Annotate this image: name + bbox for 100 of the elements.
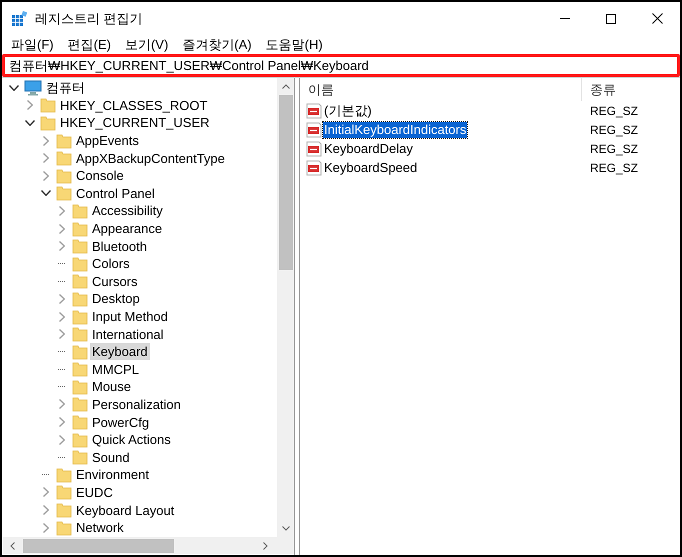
tree-item[interactable]: MMCPL	[90, 360, 141, 378]
tree-item[interactable]: Network	[74, 519, 126, 536]
collapsed-chevron-icon[interactable]	[27, 100, 33, 110]
folder-icon	[72, 273, 88, 290]
tree-item[interactable]: International	[90, 326, 166, 343]
folder-icon	[40, 114, 56, 131]
collapsed-chevron-icon[interactable]	[59, 294, 65, 304]
tree-item[interactable]: Keyboard Layout	[74, 502, 176, 519]
tree-dotted-line	[58, 263, 66, 264]
collapsed-chevron-icon[interactable]	[59, 399, 65, 410]
collapsed-chevron-icon[interactable]	[59, 206, 65, 216]
scroll-up-icon	[282, 84, 290, 89]
expanded-chevron-icon[interactable]	[9, 84, 19, 91]
horizontal-scrollbar[interactable]	[2, 537, 294, 555]
tree-item[interactable]: PowerCfg	[90, 414, 152, 431]
folder-icon	[72, 378, 88, 395]
folder-icon	[56, 520, 72, 536]
folder-icon	[72, 326, 88, 342]
folder-icon	[72, 238, 88, 254]
tree-item[interactable]: Environment	[74, 466, 151, 484]
tree-item[interactable]: Console	[74, 167, 126, 184]
folder-icon	[72, 344, 88, 360]
tree-item[interactable]: HKEY_CURRENT_USER	[58, 114, 212, 132]
scrollbar-thumb[interactable]	[278, 95, 292, 270]
expanded-chevron-icon[interactable]	[41, 190, 51, 196]
scrollbar-thumb[interactable]	[23, 539, 174, 553]
collapsed-chevron-icon[interactable]	[43, 505, 49, 516]
tree-item[interactable]: Quick Actions	[90, 431, 173, 448]
collapsed-chevron-icon[interactable]	[59, 434, 65, 445]
tree-item[interactable]: Accessibility	[90, 202, 165, 220]
folder-icon	[72, 290, 88, 307]
value-name[interactable]: InitialKeyboardIndicators	[323, 122, 468, 138]
tree-dotted-line	[58, 280, 66, 282]
tree-item[interactable]: Input Method	[90, 308, 170, 326]
vertical-scrollbar[interactable]	[277, 78, 294, 537]
string-value-icon	[306, 160, 322, 176]
tree-item[interactable]: Colors	[90, 255, 132, 272]
close-icon	[652, 13, 662, 24]
tree-item[interactable]: Desktop	[90, 290, 142, 308]
value-name[interactable]: KeyboardSpeed	[323, 160, 418, 176]
menu-item[interactable]: 파일(F)	[4, 34, 61, 54]
tree-item[interactable]: AppXBackupContentType	[74, 150, 227, 167]
collapsed-chevron-icon[interactable]	[43, 522, 49, 533]
folder-icon	[72, 432, 88, 448]
tree-item[interactable]: Cursors	[90, 272, 140, 290]
collapsed-chevron-icon[interactable]	[59, 329, 65, 340]
menu-item[interactable]: 도움말(H)	[258, 34, 330, 54]
folder-icon	[56, 185, 72, 202]
minimize-icon	[560, 18, 570, 19]
collapsed-chevron-icon[interactable]	[43, 136, 49, 146]
window-title: 레지스트리 편집기	[35, 10, 143, 28]
tree-item[interactable]: AppEvents	[74, 132, 141, 150]
value-type: REG_SZ	[590, 102, 638, 120]
tree-dotted-line	[58, 351, 66, 352]
expanded-chevron-icon[interactable]	[25, 120, 35, 126]
value-name[interactable]: KeyboardDelay	[323, 140, 414, 156]
tree-item[interactable]: Sound	[90, 448, 132, 466]
collapsed-chevron-icon[interactable]	[59, 417, 65, 428]
tree-item[interactable]: Bluetooth	[90, 238, 149, 255]
collapsed-chevron-icon[interactable]	[59, 312, 65, 322]
menu-item[interactable]: 즐겨찾기(A)	[175, 34, 259, 54]
collapsed-chevron-icon[interactable]	[59, 241, 65, 252]
folder-icon	[56, 466, 72, 483]
tree-item[interactable]: HKEY_CLASSES_ROOT	[58, 96, 210, 114]
collapsed-chevron-icon[interactable]	[43, 487, 49, 498]
tree-item[interactable]: EUDC	[74, 484, 115, 501]
collapsed-chevron-icon[interactable]	[59, 224, 65, 234]
string-value-icon	[306, 140, 322, 156]
folder-icon	[72, 202, 88, 219]
menu-item[interactable]: 편집(E)	[60, 34, 118, 54]
column-header[interactable]: 종류	[582, 78, 680, 101]
folder-icon	[56, 168, 72, 184]
tree-item[interactable]: Personalization	[90, 396, 183, 413]
maximize-icon	[606, 14, 616, 24]
tree-dotted-line	[58, 368, 66, 370]
tree-item[interactable]: Appearance	[90, 220, 164, 238]
tree-dotted-line	[58, 386, 66, 388]
collapsed-chevron-icon[interactable]	[43, 153, 49, 164]
registry-editor-icon	[11, 10, 27, 26]
collapsed-chevron-icon[interactable]	[43, 170, 49, 181]
address-field[interactable]: 컴퓨터₩HKEY_CURRENT_USER₩Control Panel₩Keyboard	[2, 54, 680, 77]
tree-dotted-line	[42, 474, 50, 476]
folder-icon	[72, 361, 88, 378]
folder-icon	[72, 449, 88, 466]
scroll-right-icon	[263, 542, 268, 550]
tree-item[interactable]: 컴퓨터	[44, 79, 87, 96]
tree-item[interactable]: Control Panel	[74, 184, 157, 202]
value-type: REG_SZ	[590, 160, 638, 176]
column-header[interactable]: 이름	[300, 78, 582, 101]
folder-icon	[56, 132, 72, 149]
scroll-left-icon	[10, 542, 15, 550]
menu-item[interactable]: 보기(V)	[118, 34, 176, 54]
tree-item[interactable]: Keyboard	[90, 343, 150, 360]
folder-icon	[72, 396, 88, 412]
scroll-down-icon	[282, 526, 290, 531]
tree-dotted-line	[58, 456, 66, 458]
value-name[interactable]: (기본값)	[323, 102, 373, 118]
folder-icon	[56, 502, 72, 518]
folder-icon	[72, 220, 88, 237]
tree-item[interactable]: Mouse	[90, 378, 134, 396]
